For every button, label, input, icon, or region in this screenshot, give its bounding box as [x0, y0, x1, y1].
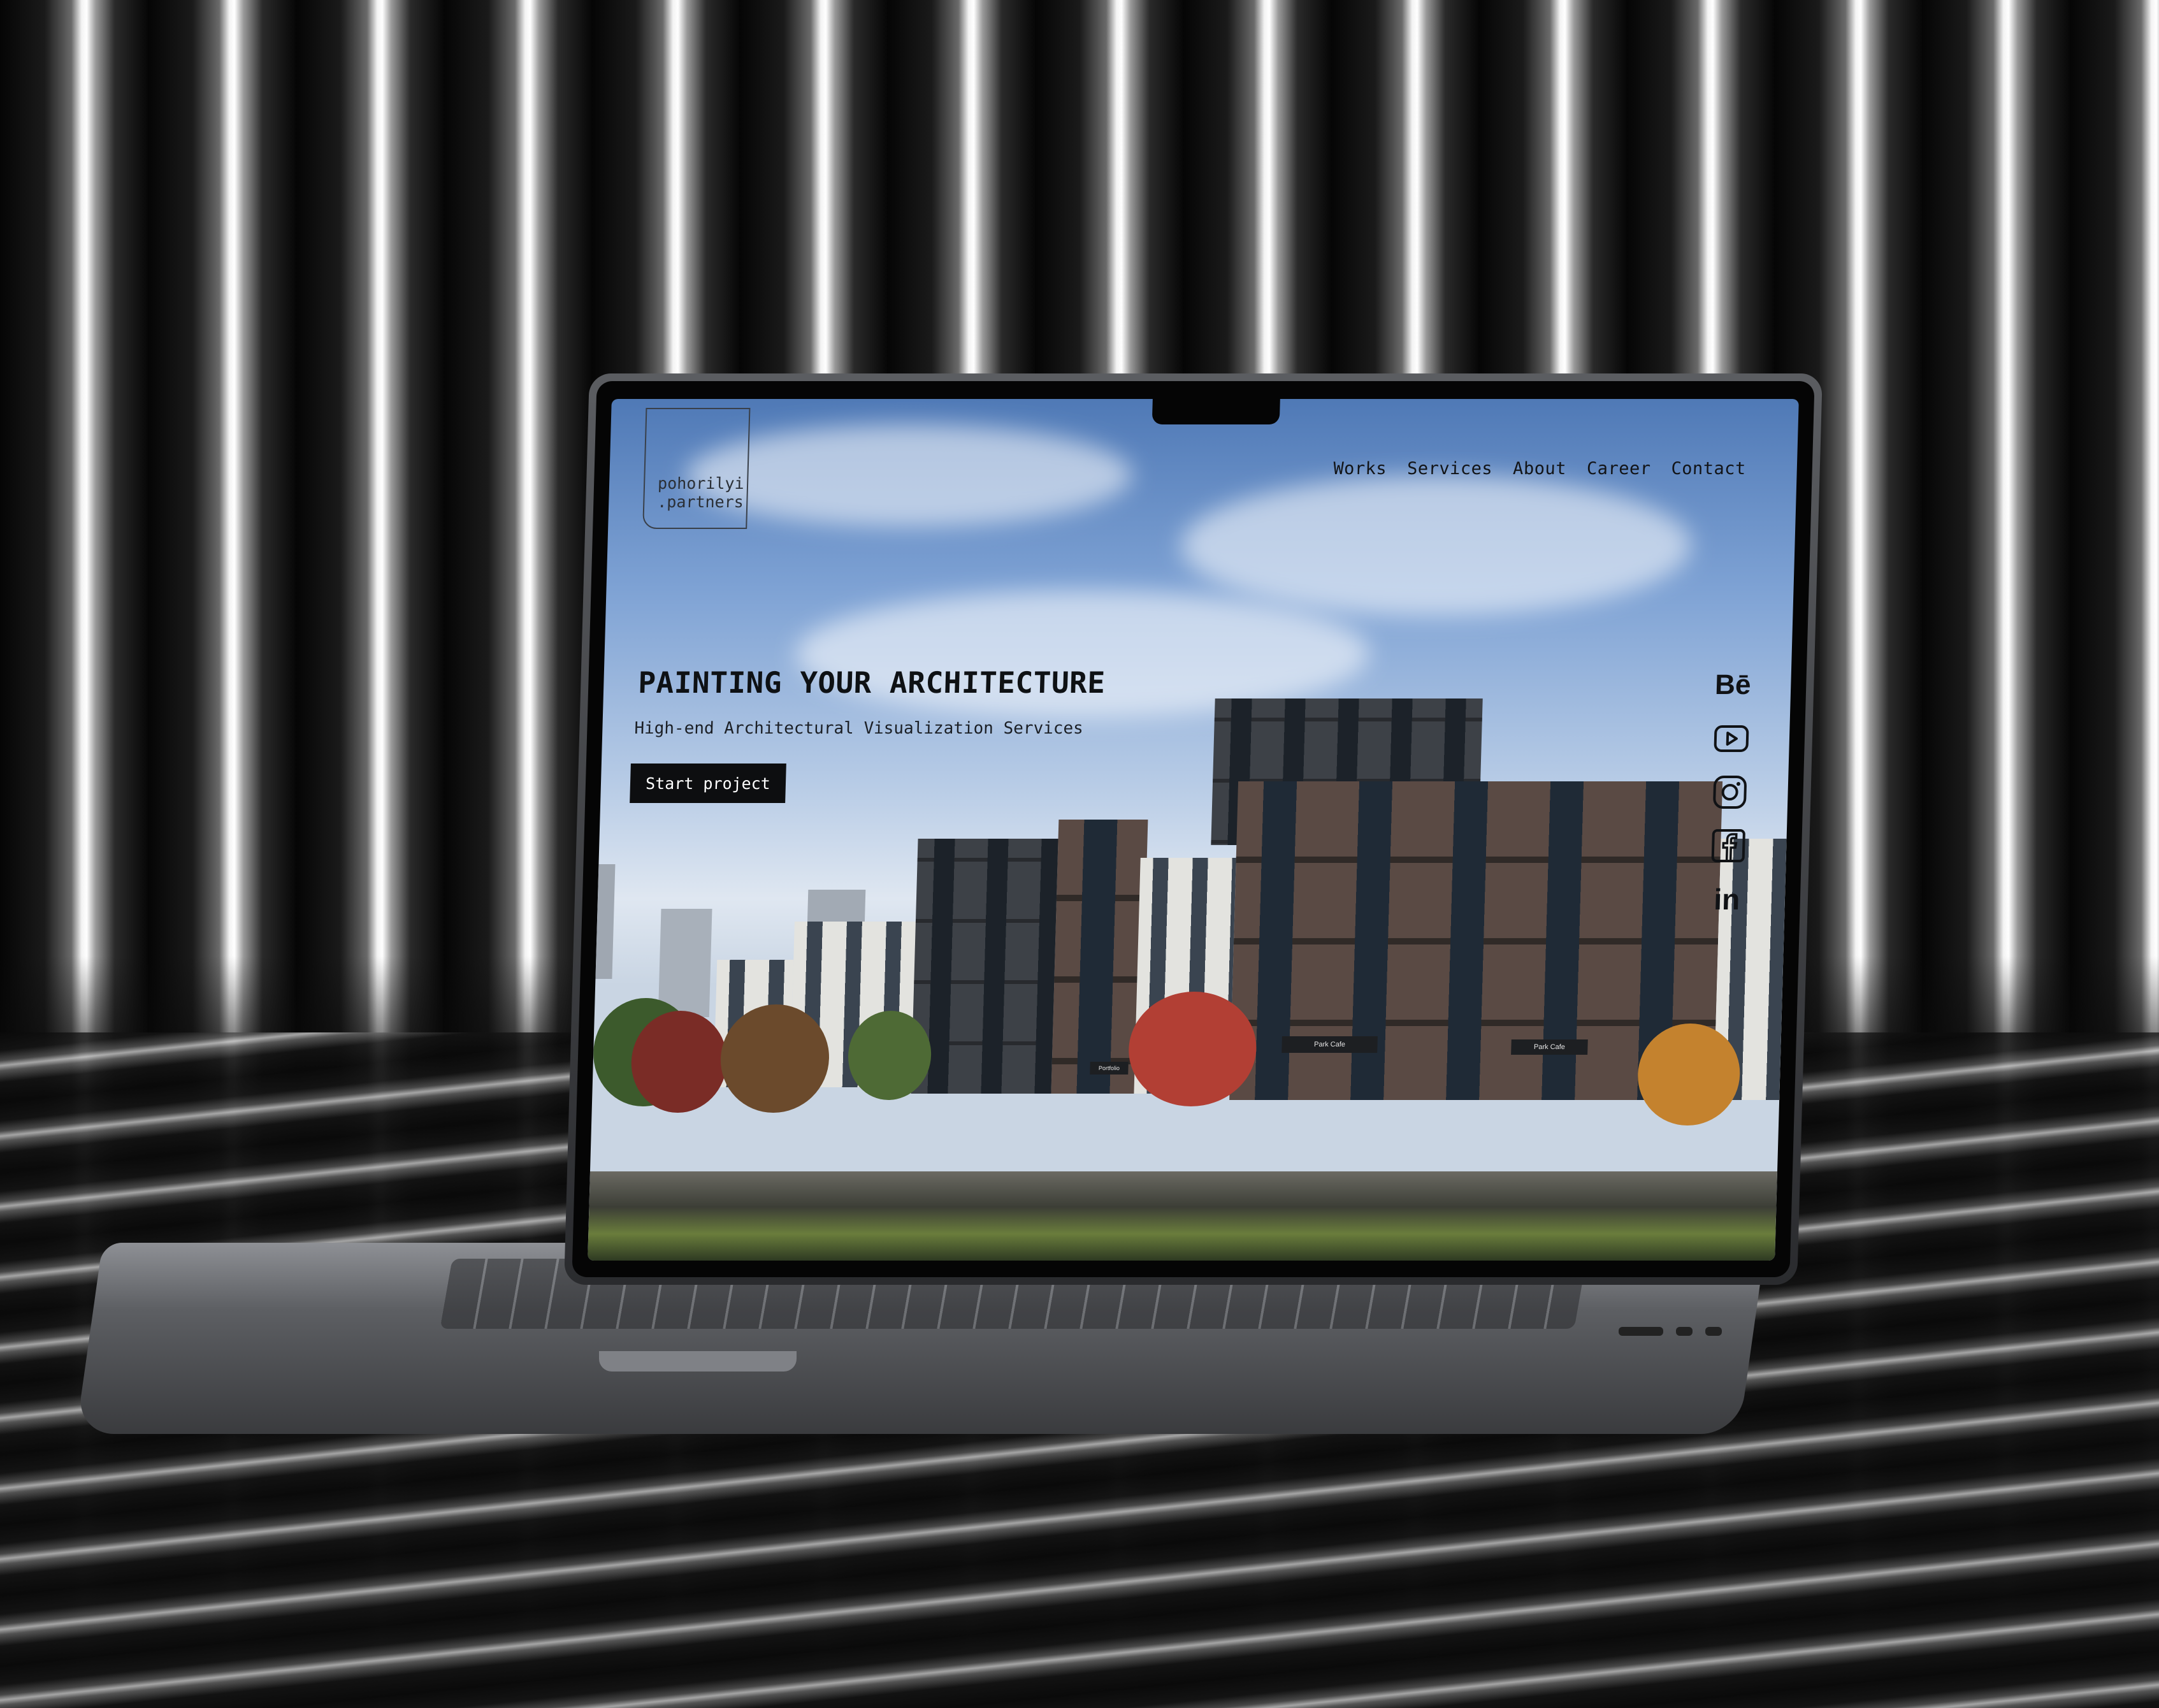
brand-logo[interactable]: pohorilyi .partners — [642, 408, 751, 529]
laptop-ports — [1619, 1327, 1722, 1336]
laptop-trackpad-edge — [599, 1351, 797, 1371]
cafe-sign: Park Cafe — [1282, 1036, 1378, 1053]
social-links: Bē in — [1707, 667, 1753, 918]
nav-contact[interactable]: Contact — [1671, 459, 1746, 479]
nav-about[interactable]: About — [1513, 459, 1567, 479]
hero-subtitle: High-end Architectural Visualization Ser… — [633, 719, 1084, 738]
facebook-glyph — [1711, 829, 1745, 862]
cafe-sign: Park Cafe — [1511, 1039, 1588, 1055]
start-project-button[interactable]: Start project — [630, 764, 786, 803]
distant-tower — [658, 909, 712, 1017]
nav-services[interactable]: Services — [1407, 459, 1493, 479]
instagram-icon[interactable] — [1711, 774, 1749, 811]
grey-building — [911, 839, 1058, 1094]
youtube-icon[interactable] — [1712, 720, 1751, 757]
screen-bezel: Park Cafe Park Cafe Portfolio pohorilyi … — [572, 381, 1815, 1277]
cloud — [1179, 475, 1693, 616]
plaza-ground — [588, 1171, 1778, 1261]
main-nav: Works Services About Career Contact — [1333, 459, 1746, 479]
sd-slot — [1619, 1327, 1663, 1336]
shop-sign: Portfolio — [1090, 1062, 1129, 1075]
magsafe-port — [1705, 1327, 1722, 1336]
camera-notch — [1152, 399, 1280, 424]
behance-icon[interactable]: Bē — [1714, 667, 1752, 704]
linkedin-icon[interactable]: in — [1708, 881, 1746, 918]
instagram-glyph — [1713, 776, 1747, 809]
website-viewport: Park Cafe Park Cafe Portfolio pohorilyi … — [588, 399, 1799, 1261]
nav-career[interactable]: Career — [1587, 459, 1651, 479]
facebook-icon[interactable] — [1709, 827, 1747, 864]
youtube-glyph — [1714, 725, 1749, 752]
brand-line1: pohorilyi — [657, 474, 745, 493]
distant-tower — [595, 864, 616, 979]
laptop-lid: Park Cafe Park Cafe Portfolio pohorilyi … — [564, 373, 1823, 1285]
brand-line2: .partners — [656, 493, 744, 511]
nav-works[interactable]: Works — [1333, 459, 1387, 479]
hero-title: PAINTING YOUR ARCHITECTURE — [637, 665, 1106, 700]
cloud — [684, 424, 1134, 526]
usb-c-port — [1676, 1327, 1693, 1336]
